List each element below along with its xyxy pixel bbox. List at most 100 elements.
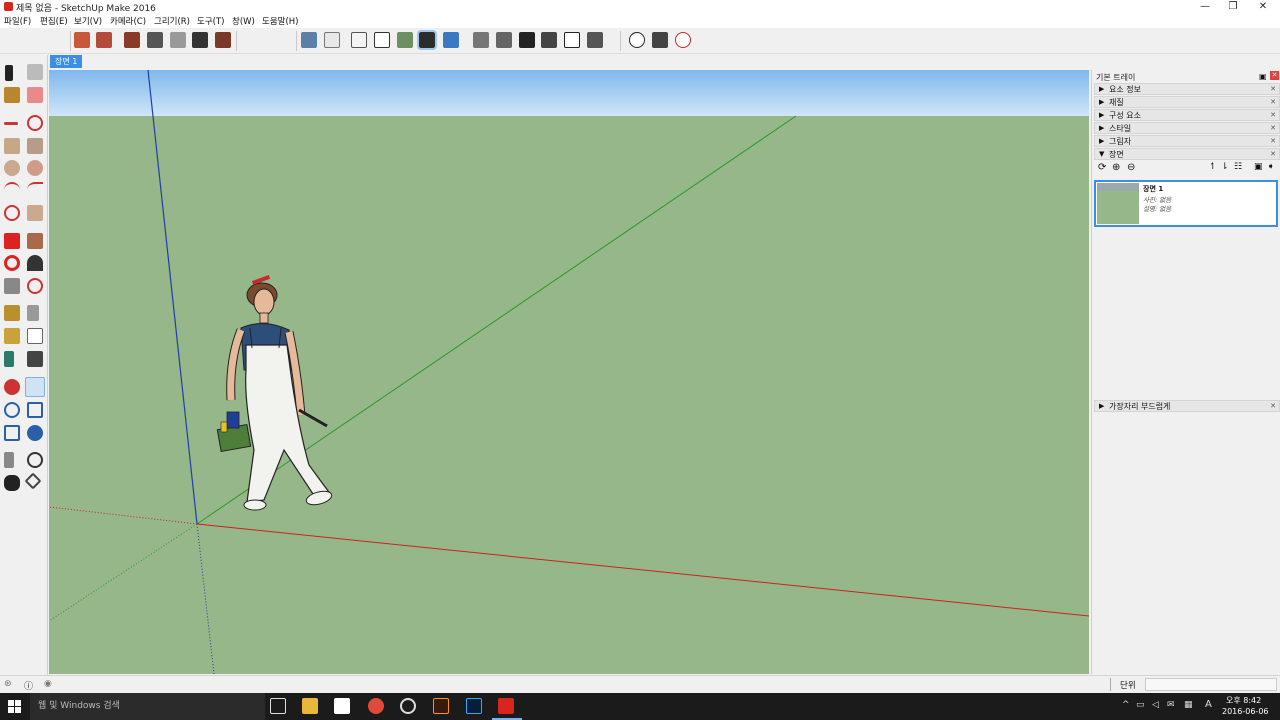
scene-details-arrow-icon[interactable]: ➧ [1267,162,1275,172]
style-shaded-icon[interactable] [397,32,413,48]
look-around-tool-icon[interactable] [27,452,43,468]
follow-me-icon[interactable] [27,255,43,271]
pin-icon[interactable]: ▣ [1259,72,1267,81]
clock-date[interactable]: 2016-06-06 [1222,707,1269,716]
walk-tool-icon[interactable] [4,475,20,491]
extension-warehouse-icon[interactable] [496,32,512,48]
zoom-extents-icon[interactable] [4,425,20,441]
panel-close-icon[interactable]: ✕ [1270,110,1276,121]
text-tool-icon[interactable] [27,328,43,344]
house-icon[interactable] [564,32,580,48]
remove-scene-icon[interactable]: ⊖ [1127,162,1135,173]
panel-materials[interactable]: ▶ 재질 ✕ [1094,96,1280,108]
scene-tab[interactable]: 장면 1 [50,55,83,68]
menu-window[interactable]: 창(W) [232,15,255,27]
panel-close-icon[interactable]: ✕ [1270,97,1276,108]
freehand-tool-icon[interactable] [27,115,43,131]
rotated-rectangle-icon[interactable] [27,138,43,154]
hide-details-icon[interactable]: ▣ [1254,162,1263,172]
notification-icon[interactable]: ✉ [1167,700,1175,710]
style-wireframe-icon[interactable] [351,32,367,48]
views-front-icon[interactable] [124,32,140,48]
pie-tool-icon[interactable] [27,205,43,221]
style-shaded-textures-icon[interactable] [417,30,437,50]
menu-draw[interactable]: 그리기(R) [154,15,190,27]
previous-view-icon[interactable] [27,425,43,441]
menu-tools[interactable]: 도구(T) [197,15,224,27]
layout-icon[interactable] [587,32,603,48]
tray-close-icon[interactable]: ✕ [1270,71,1279,80]
scene-thumbnail-card[interactable]: 장면 1 사진: 없음 설명: 없음 [1094,180,1278,227]
rotate-tool-icon[interactable] [4,255,20,271]
push-pull-icon[interactable] [27,233,43,249]
ime-indicator[interactable]: A [1205,699,1212,710]
refresh-scene-icon[interactable]: ⟳ [1098,162,1106,173]
three-point-arc-icon[interactable] [4,205,20,221]
task-view-icon[interactable] [270,698,286,714]
section-plane-tool-icon[interactable] [24,472,42,490]
modeling-viewport[interactable] [49,70,1089,674]
menu-view[interactable]: 보기(V) [74,15,102,27]
store-icon[interactable] [334,698,350,714]
menu-help[interactable]: 도움말(H) [262,15,298,27]
scale-tool-icon[interactable] [4,278,20,294]
tape-measure-icon[interactable] [4,305,20,321]
panel-entity-info[interactable]: ▶ 요소 정보 ✕ [1094,83,1280,95]
panel-scenes[interactable]: ▼ 장면 ✕ [1094,148,1280,160]
select-tool-icon[interactable] [5,65,13,81]
minimize-button[interactable]: — [1190,0,1220,14]
network-icon[interactable]: ▭ [1136,700,1145,710]
panel-close-icon[interactable]: ✕ [1270,123,1276,134]
panel-close-icon[interactable]: ✕ [1270,401,1276,412]
views-top-icon[interactable] [96,32,112,48]
menu-file[interactable]: 파일(F) [4,15,31,27]
3d-text-icon[interactable] [27,351,43,367]
view-options-icon[interactable]: ☷ [1234,162,1242,172]
close-button[interactable]: ✕ [1248,0,1278,14]
clock-time[interactable]: 오후 8:42 [1226,695,1261,706]
keyboard-icon[interactable]: ▦ [1184,700,1193,710]
info-icon[interactable]: ⓘ [24,679,33,692]
polygon-tool-icon[interactable] [27,160,43,176]
user-icon[interactable]: ◉ [44,679,52,689]
chrome-icon[interactable] [368,698,384,714]
eraser-icon[interactable] [27,87,43,103]
style-backedges-icon[interactable] [324,32,340,48]
paint-bucket-icon[interactable] [4,87,20,103]
style-xray-icon[interactable] [301,32,317,48]
viewport-canvas[interactable] [49,70,1089,674]
photoshop-icon[interactable] [466,698,482,714]
rectangle-tool-icon[interactable] [4,138,20,154]
file-explorer-icon[interactable] [302,698,318,714]
circle-tool-icon[interactable] [4,160,20,176]
make-component-icon[interactable] [27,64,43,80]
views-iso-icon[interactable] [74,32,90,48]
position-camera-tool-icon[interactable] [4,452,14,468]
taskbar-search[interactable]: 웹 및 Windows 검색 [30,693,265,720]
sketchup-taskbar-icon[interactable] [498,698,514,714]
views-left-icon[interactable] [192,32,208,48]
media-icon[interactable] [400,698,416,714]
style-hidden-line-icon[interactable] [374,32,390,48]
zoom-tool-icon[interactable] [4,402,20,418]
windows-start-icon[interactable] [8,700,21,713]
move-scene-up-icon[interactable]: ↿ [1209,162,1217,172]
panel-components[interactable]: ▶ 구성 요소 ✕ [1094,109,1280,121]
axes-tool-icon[interactable] [4,351,14,367]
section-plane-icon[interactable] [215,32,231,48]
menu-edit[interactable]: 편집(E) [40,15,68,27]
panel-styles[interactable]: ▶ 스타일 ✕ [1094,122,1280,134]
style-monochrome-icon[interactable] [443,32,459,48]
warehouse-icon[interactable] [473,32,489,48]
illustrator-icon[interactable] [433,698,449,714]
panel-close-icon[interactable]: ✕ [1270,84,1276,95]
move-scene-down-icon[interactable]: ⇂ [1221,162,1229,172]
geo-location-icon[interactable]: ⊛ [4,679,12,689]
look-around-icon[interactable] [652,32,668,48]
dimension-tool-icon[interactable] [27,305,39,321]
pan-tool-icon[interactable] [25,377,45,397]
panel-soften-edges[interactable]: ▶ 가장자리 부드럽게 ✕ [1094,400,1280,412]
offset-tool-icon[interactable] [27,278,43,294]
volume-icon[interactable]: ◁ [1152,700,1159,710]
panel-close-icon[interactable]: ✕ [1270,149,1276,160]
